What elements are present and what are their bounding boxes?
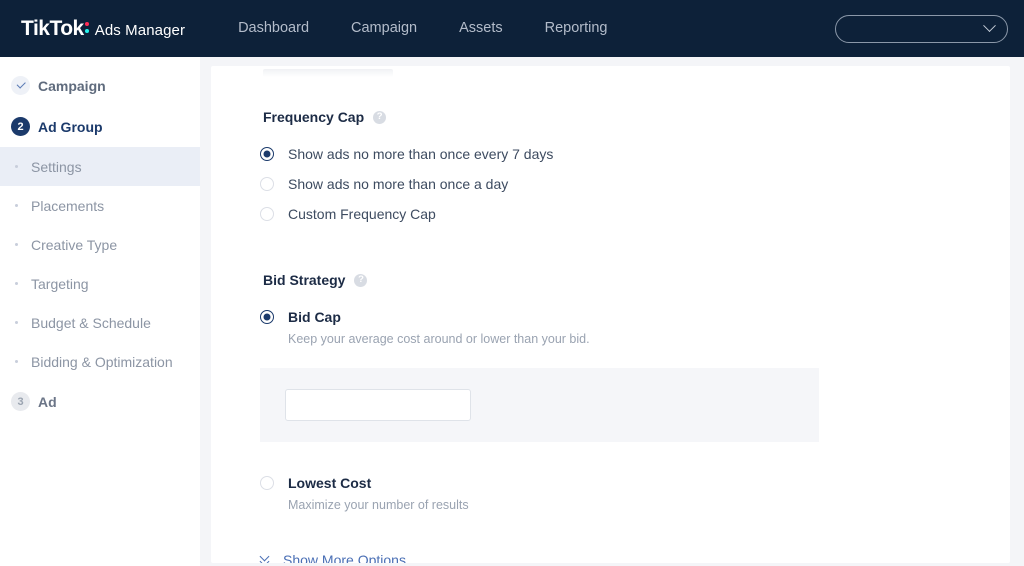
frequency-cap-option-label: Show ads no more than once every 7 days [288,145,554,162]
frequency-cap-option-text: Show ads no more than once a day [288,175,508,194]
radio-button-selected[interactable] [260,146,274,161]
radio-button-unselected[interactable] [260,475,274,490]
show-more-options-link[interactable]: Show More Options [259,551,406,563]
bid-strategy-heading: Bid Strategy ? [263,272,972,288]
bid-cap-option-text: Bid Cap Keep your average cost around or… [288,308,590,348]
body-wrapper: Campaign 2 Ad Group Settings Placements … [0,57,1024,566]
bid-strategy-option-bid-cap[interactable]: Bid Cap Keep your average cost around or… [249,302,972,353]
frequency-cap-radio-group: Show ads no more than once every 7 days … [249,139,972,229]
sidebar-step-ad-group[interactable]: 2 Ad Group [0,106,200,147]
sidebar-item-label-targeting: Targeting [31,275,89,292]
sidebar-step-label-campaign: Campaign [38,77,106,94]
sidebar-step-ad[interactable]: 3 Ad [0,381,200,422]
frequency-cap-title: Frequency Cap [263,109,365,125]
sidebar-item-bidding-optimization[interactable]: Bidding & Optimization [0,342,200,381]
bid-cap-label: Bid Cap [288,308,341,325]
radio-button-selected[interactable] [260,309,274,324]
settings-form-card: Frequency Cap ? Show ads no more than on… [211,66,1010,563]
sidebar-item-label-settings: Settings [31,158,82,175]
bullet-dot-icon [15,165,18,168]
lowest-cost-description: Maximize your number of results [288,497,469,512]
sidebar-step-label-ad-group: Ad Group [38,118,103,135]
sidebar-item-creative-type[interactable]: Creative Type [0,225,200,264]
brand-name: TikTok [21,16,84,40]
double-chevron-down-icon [259,551,271,563]
frequency-cap-heading: Frequency Cap ? [263,109,972,125]
frequency-cap-option-custom[interactable]: Custom Frequency Cap [249,199,972,229]
bid-strategy-radio-group: Bid Cap Keep your average cost around or… [249,302,972,519]
bid-strategy-section: Bid Strategy ? Bid Cap Keep your average… [249,272,972,563]
bullet-dot-icon [15,321,18,324]
bid-amount-panel [260,368,819,442]
radio-button-unselected[interactable] [260,176,274,191]
nav-item-assets[interactable]: Assets [438,0,524,57]
nav-item-reporting[interactable]: Reporting [524,0,629,57]
bid-strategy-title: Bid Strategy [263,272,346,288]
step-number-badge-3: 3 [11,392,30,411]
bid-amount-input[interactable] [285,389,471,421]
nav-right-area [835,14,1008,43]
sidebar-item-settings[interactable]: Settings [0,147,200,186]
frequency-cap-option-text: Show ads no more than once every 7 days [288,145,553,164]
account-selector-dropdown[interactable] [835,14,1008,43]
bid-strategy-option-lowest-cost[interactable]: Lowest Cost Maximize your number of resu… [249,468,972,519]
nav-item-campaign[interactable]: Campaign [330,0,438,57]
frequency-cap-option-label: Custom Frequency Cap [288,205,436,222]
sidebar-steps-nav: Campaign 2 Ad Group Settings Placements … [0,57,200,566]
frequency-cap-section: Frequency Cap ? Show ads no more than on… [249,109,972,229]
sidebar-item-label-bidding-optimization: Bidding & Optimization [31,353,173,370]
lowest-cost-option-text: Lowest Cost Maximize your number of resu… [288,474,469,514]
main-nav-links: Dashboard Campaign Assets Reporting [217,0,628,57]
nav-item-dashboard[interactable]: Dashboard [217,0,330,57]
frequency-cap-option-label: Show ads no more than once a day [288,175,509,192]
sidebar-step-label-ad: Ad [38,393,57,410]
top-navigation-bar: TikTok Ads Manager Dashboard Campaign As… [0,0,1024,57]
check-icon [11,76,30,95]
sidebar-item-placements[interactable]: Placements [0,186,200,225]
tiktok-ads-manager-app: TikTok Ads Manager Dashboard Campaign As… [0,0,1024,566]
frequency-cap-option-text: Custom Frequency Cap [288,205,436,224]
brand-colon-icon [84,20,90,35]
sidebar-item-label-placements: Placements [31,197,105,214]
frequency-cap-option-once-a-day[interactable]: Show ads no more than once a day [249,169,972,199]
show-more-options-label: Show More Options [283,552,406,563]
sidebar-item-label-budget-schedule: Budget & Schedule [31,314,151,331]
scrolled-content-remnant [263,69,393,77]
sidebar-item-budget-schedule[interactable]: Budget & Schedule [0,303,200,342]
main-content-area: Frequency Cap ? Show ads no more than on… [200,57,1024,566]
bullet-dot-icon [15,204,18,207]
bullet-dot-icon [15,360,18,363]
frequency-cap-option-7-days[interactable]: Show ads no more than once every 7 days [249,139,972,169]
brand-logo[interactable]: TikTok Ads Manager [21,17,185,41]
sidebar-item-label-creative-type: Creative Type [31,236,118,253]
brand-suffix: Ads Manager [94,21,186,39]
help-icon[interactable]: ? [373,110,387,124]
help-icon[interactable]: ? [354,273,368,287]
chevron-down-icon [983,19,996,33]
sidebar-step-campaign[interactable]: Campaign [0,65,200,106]
bullet-dot-icon [15,282,18,285]
bid-cap-description: Keep your average cost around or lower t… [288,331,590,346]
lowest-cost-label: Lowest Cost [288,474,372,491]
sidebar-item-targeting[interactable]: Targeting [0,264,200,303]
radio-button-unselected[interactable] [260,206,274,221]
bullet-dot-icon [15,243,18,246]
step-number-badge-2: 2 [11,117,30,136]
